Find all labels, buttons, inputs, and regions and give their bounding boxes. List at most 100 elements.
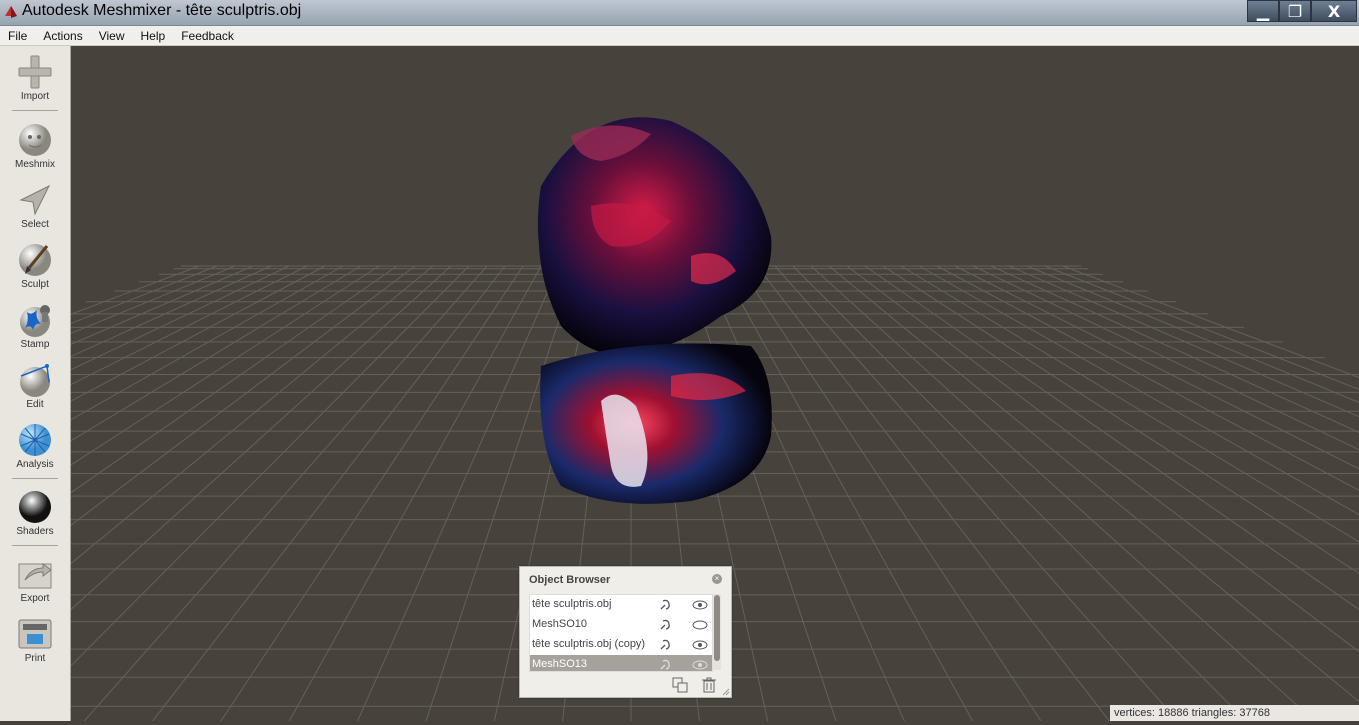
- eye-icon[interactable]: [692, 659, 708, 671]
- menu-actions[interactable]: Actions: [35, 29, 90, 43]
- scrollbar[interactable]: [713, 594, 721, 670]
- select-label: Select: [21, 219, 49, 230]
- left-toolbar: Import Meshmix Select Sculpt Stamp Edit …: [0, 46, 71, 721]
- import-label: Import: [20, 91, 50, 102]
- restore-button[interactable]: ❐: [1279, 0, 1311, 22]
- grid-line: [990, 265, 1359, 433]
- object-name: MeshSO13: [532, 658, 588, 670]
- grid-line: [792, 265, 1251, 725]
- grid-line: [0, 265, 326, 440]
- grid-line: [80, 265, 488, 725]
- grid-line: [918, 265, 1359, 516]
- list-item[interactable]: tête sculptris.obj (copy): [530, 635, 712, 655]
- meshmix-button[interactable]: Meshmix: [0, 122, 70, 182]
- grid-line: [0, 265, 380, 512]
- list-item[interactable]: MeshSO13: [530, 655, 712, 672]
- chrome-sphere-icon: [19, 491, 51, 523]
- link-icon[interactable]: [658, 618, 672, 632]
- link-icon[interactable]: [658, 638, 672, 652]
- list-item[interactable]: tête sculptris.obj: [530, 595, 712, 615]
- grid-line: [1062, 265, 1359, 379]
- grid-line: [217, 265, 524, 725]
- object-list: tête sculptris.obj MeshSO10 tête sculptr…: [529, 594, 713, 672]
- toolbar-divider: [12, 110, 58, 111]
- window-title: Autodesk Meshmixer - tête sculptris.obj: [22, 2, 302, 19]
- toolbar-divider: [12, 478, 58, 479]
- stamp-label: Stamp: [20, 339, 50, 350]
- grid-line: [1044, 265, 1359, 390]
- grid-line: [0, 265, 344, 461]
- grid-line: [936, 265, 1359, 491]
- object-browser-panel: Object Browser × tête sculptris.obj Mesh…: [519, 566, 732, 698]
- edit-label: Edit: [26, 399, 44, 410]
- mesh-stats: vertices: 18886 triangles: 37768: [1114, 707, 1270, 719]
- menu-help[interactable]: Help: [133, 29, 174, 43]
- print-button[interactable]: Print: [0, 616, 70, 676]
- grid-line: [0, 265, 290, 405]
- shaders-label: Shaders: [16, 526, 54, 537]
- eye-closed-icon[interactable]: [692, 619, 708, 631]
- resize-grip-icon[interactable]: [722, 688, 730, 696]
- stamp-sphere-icon: [20, 305, 50, 337]
- toolbar-divider: [12, 545, 58, 546]
- grid-line: [738, 265, 1045, 725]
- grid-line: [954, 265, 1359, 470]
- grid-line: [972, 265, 1359, 451]
- menu-view[interactable]: View: [91, 29, 133, 43]
- scrollbar-thumb[interactable]: [714, 595, 720, 661]
- grid-line: [0, 265, 254, 376]
- mesh-sphere-icon: [19, 424, 51, 456]
- export-icon: [18, 563, 52, 589]
- status-bar: vertices: 18886 triangles: 37768: [1110, 705, 1359, 721]
- close-window-button[interactable]: X: [1311, 0, 1357, 22]
- grid-line: [1008, 265, 1359, 418]
- select-button[interactable]: Select: [0, 182, 70, 242]
- analysis-button[interactable]: Analysis: [0, 422, 70, 482]
- arrow-cursor-icon: [19, 184, 51, 216]
- close-icon[interactable]: ×: [712, 574, 722, 584]
- grid-line: [846, 265, 1359, 653]
- link-icon[interactable]: [658, 598, 672, 612]
- export-button[interactable]: Export: [0, 556, 70, 616]
- object-name: MeshSO10: [532, 618, 588, 630]
- grid-line: [0, 265, 434, 623]
- object-name: tête sculptris.obj (copy): [532, 638, 646, 650]
- menu-bar: File Actions View Help Feedback: [0, 26, 1359, 46]
- edit-button[interactable]: Edit: [0, 362, 70, 422]
- object-browser-title: Object Browser: [529, 574, 611, 586]
- grid-line: [11, 265, 470, 725]
- restore-icon: ❐: [1287, 1, 1303, 21]
- meshmix-label: Meshmix: [14, 159, 55, 170]
- title-bar: Autodesk Meshmixer - tête sculptris.obj …: [0, 0, 1359, 26]
- grid-line: [702, 265, 907, 725]
- eye-icon[interactable]: [692, 599, 708, 611]
- grid-line: [810, 265, 1320, 725]
- object-name: tête sculptris.obj: [532, 598, 612, 610]
- minimize-button[interactable]: ▁: [1247, 0, 1279, 22]
- grid-line: [0, 265, 218, 352]
- plus-icon: [18, 55, 52, 89]
- analysis-label: Analysis: [16, 459, 54, 470]
- grid-line: [900, 265, 1359, 543]
- list-item[interactable]: MeshSO10: [530, 615, 712, 635]
- minimize-icon: ▁: [1256, 1, 1270, 21]
- trash-icon[interactable]: [701, 677, 717, 693]
- brush-sphere-icon: [19, 244, 51, 276]
- menu-feedback[interactable]: Feedback: [173, 29, 242, 43]
- edit-sphere-icon: [20, 364, 50, 397]
- mesh-model[interactable]: [537, 117, 772, 504]
- sculpt-button[interactable]: Sculpt: [0, 242, 70, 302]
- menu-file[interactable]: File: [0, 29, 35, 43]
- stamp-button[interactable]: Stamp: [0, 302, 70, 362]
- import-button[interactable]: Import: [0, 54, 70, 114]
- meshmixer-logo-icon: [5, 6, 17, 18]
- shaders-button[interactable]: Shaders: [0, 489, 70, 549]
- link-icon[interactable]: [658, 658, 672, 672]
- grid-line: [0, 265, 308, 421]
- duplicate-icon[interactable]: [672, 677, 688, 693]
- export-label: Export: [20, 593, 50, 604]
- grid-line: [864, 265, 1359, 611]
- grid-line: [0, 265, 452, 675]
- sculpt-label: Sculpt: [21, 279, 49, 290]
- eye-icon[interactable]: [692, 639, 708, 651]
